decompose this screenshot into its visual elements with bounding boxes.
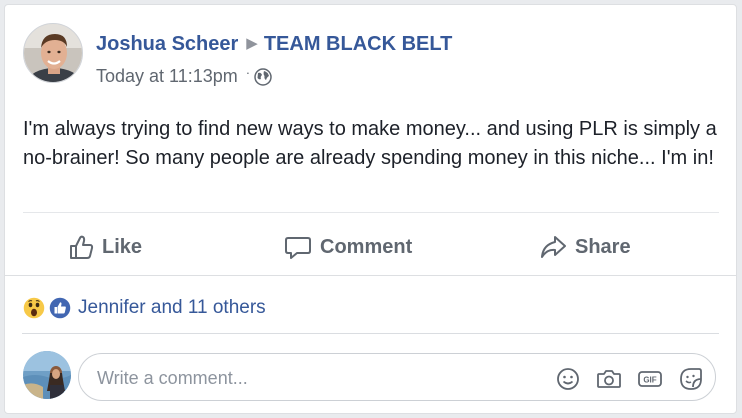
share-label: Share <box>575 235 631 258</box>
like-button[interactable]: Like <box>68 227 142 267</box>
globe-icon[interactable] <box>254 67 272 86</box>
author-name[interactable]: Joshua Scheer <box>96 33 238 55</box>
comment-label: Comment <box>320 235 413 258</box>
post-card: Joshua Scheer ▶ TEAM BLACK BELT Today at 1… <box>4 4 737 414</box>
comment-button[interactable]: Comment <box>284 227 412 267</box>
share-button[interactable]: Share <box>539 227 631 267</box>
author-avatar[interactable] <box>23 23 83 83</box>
svg-text:GIF: GIF <box>643 376 656 385</box>
gif-icon[interactable]: GIF <box>637 367 662 391</box>
camera-icon[interactable] <box>596 367 621 391</box>
post-body-text: I'm always trying to find new ways to ma… <box>23 118 717 169</box>
triangle-right-icon: ▶ <box>246 35 258 52</box>
post-meta: Today at 11:13pm · <box>96 65 272 87</box>
comment-composer: GIF <box>78 353 716 401</box>
post-timestamp[interactable]: Today at 11:13pm <box>96 66 238 87</box>
meta-separator: · <box>245 65 251 80</box>
divider <box>23 212 719 213</box>
wow-reaction-icon <box>22 296 46 320</box>
divider <box>22 333 719 334</box>
reactions-summary[interactable]: Jennifer and 11 others <box>22 295 266 321</box>
post-header: Joshua Scheer ▶ TEAM BLACK BELT <box>96 33 452 56</box>
like-label: Like <box>102 235 143 258</box>
comment-input[interactable] <box>95 364 539 392</box>
reactions-count-text[interactable]: Jennifer and 11 others <box>78 297 266 319</box>
emoji-icon[interactable] <box>556 367 580 391</box>
current-user-avatar[interactable] <box>23 351 71 399</box>
post-actions-bar: Like Comment Share <box>5 227 736 267</box>
thumbs-up-icon <box>70 235 94 259</box>
speech-bubble-icon <box>285 237 311 259</box>
group-name[interactable]: TEAM BLACK BELT <box>264 33 453 55</box>
like-reaction-icon <box>48 296 72 320</box>
share-arrow-icon <box>541 236 566 258</box>
divider <box>5 275 736 276</box>
sticker-icon[interactable] <box>679 367 703 391</box>
